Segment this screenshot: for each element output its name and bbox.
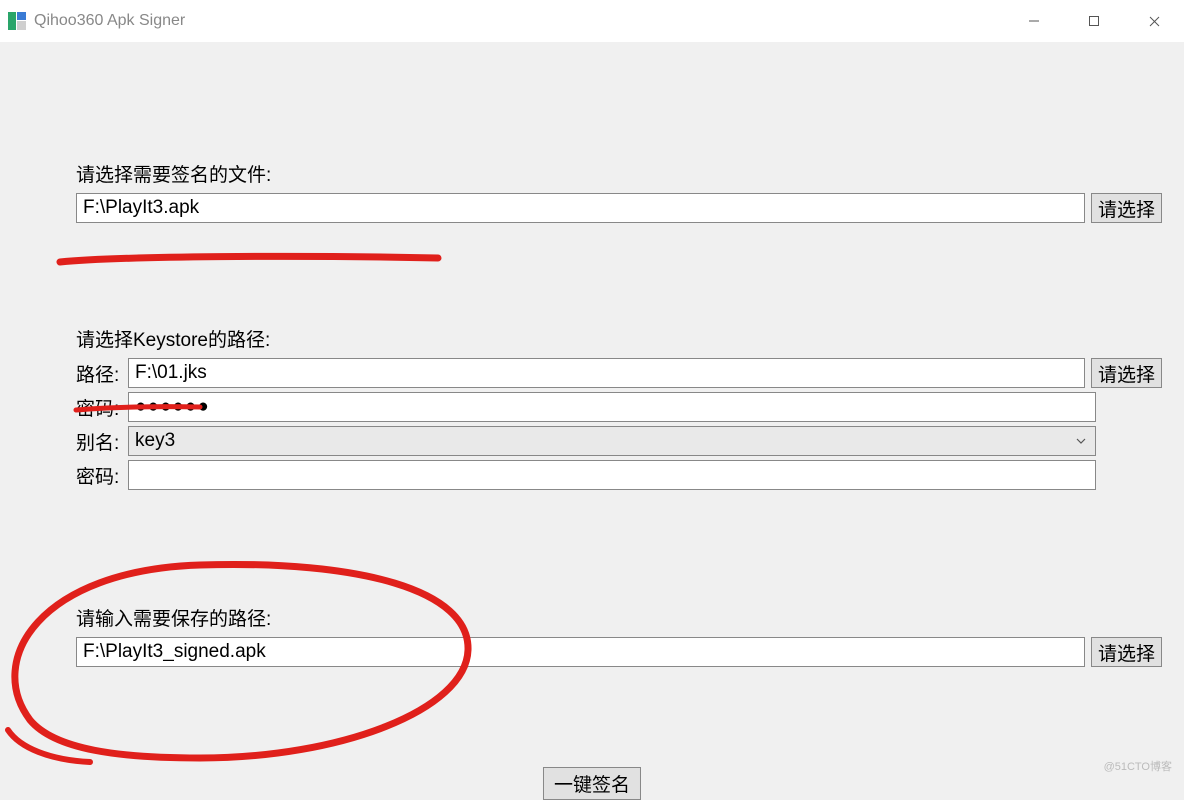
alias-value: key3 [135,430,175,452]
keystore-section-label: 请选择Keystore的路径: [76,325,1162,352]
alias-dropdown[interactable]: key3 [128,426,1096,456]
keystore-password-input[interactable]: ●●●●●● [128,392,1096,422]
output-section-label: 请输入需要保存的路径: [76,604,1162,631]
close-icon [1148,15,1161,28]
app-icon [8,12,26,30]
minimize-button[interactable] [1004,0,1064,42]
close-button[interactable] [1124,0,1184,42]
file-path-input[interactable]: F:\PlayIt3.apk [76,193,1085,223]
file-browse-button[interactable]: 请选择 [1091,193,1162,223]
section-keystore: 请选择Keystore的路径: 路径: F:\01.jks 请选择 密码: ●●… [76,325,1162,490]
chevron-down-icon [1075,435,1087,447]
keystore-path-label: 路径: [76,360,128,387]
minimize-icon [1028,15,1040,27]
keystore-browse-button[interactable]: 请选择 [1091,358,1162,388]
output-path-input[interactable]: F:\PlayIt3_signed.apk [76,637,1085,667]
key-password-label: 密码: [76,462,128,489]
keystore-path-input[interactable]: F:\01.jks [128,358,1085,388]
key-password-input[interactable] [128,460,1096,490]
window-title: Qihoo360 Apk Signer [34,12,1004,30]
titlebar: Qihoo360 Apk Signer [0,0,1184,42]
keystore-password-label: 密码: [76,394,128,421]
maximize-button[interactable] [1064,0,1124,42]
client-area: 请选择需要签名的文件: F:\PlayIt3.apk 请选择 请选择Keysto… [0,42,1184,667]
alias-label: 别名: [76,428,128,455]
sign-button[interactable]: 一键签名 [543,767,641,800]
output-browse-button[interactable]: 请选择 [1091,637,1162,667]
section-file: 请选择需要签名的文件: F:\PlayIt3.apk 请选择 [76,160,1162,223]
maximize-icon [1088,15,1100,27]
section-output: 请输入需要保存的路径: F:\PlayIt3_signed.apk 请选择 [76,604,1162,667]
window-controls [1004,0,1184,42]
file-section-label: 请选择需要签名的文件: [76,160,1162,187]
watermark: @51CTO博客 [1104,758,1172,774]
